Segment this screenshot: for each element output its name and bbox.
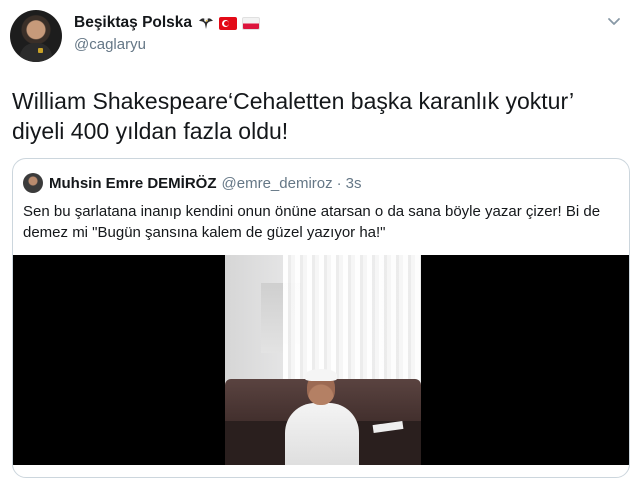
man-body [285,403,359,465]
quoted-author-avatar[interactable] [23,173,43,193]
flag-turkey-icon [219,16,238,30]
man-cap [305,369,337,381]
author-display-name[interactable]: Beşiktaş Polska [74,14,192,32]
separator-dot: · [336,174,342,192]
quoted-tweet-header: Muhsin Emre DEMİRÖZ @emre_demiroz · 3s [23,173,361,193]
chevron-down-icon[interactable] [605,12,623,30]
flag-poland-icon [242,16,261,30]
quoted-author-handle[interactable]: @emre_demiroz [222,175,333,192]
author-avatar[interactable] [10,10,62,62]
tweet-text: William Shakespeare‘Cehaletten başka kar… [12,88,574,144]
quoted-tweet-video[interactable] [13,255,629,465]
author-handle[interactable]: @caglaryu [74,36,146,53]
curtain [283,255,421,395]
avatar-badge [38,48,43,53]
author-name-row[interactable]: Beşiktaş Polska [74,14,261,32]
video-frame [225,255,421,465]
quoted-tweet[interactable]: Muhsin Emre DEMİRÖZ @emre_demiroz · 3s S… [12,158,630,478]
avatar-shirt [20,43,52,62]
quoted-tweet-time[interactable]: 3s [346,175,362,192]
eagle-icon [198,16,214,30]
quoted-tweet-text: Sen bu şarlatana inanıp kendini onun önü… [23,203,601,241]
quoted-author-name[interactable]: Muhsin Emre DEMİRÖZ [49,175,217,192]
